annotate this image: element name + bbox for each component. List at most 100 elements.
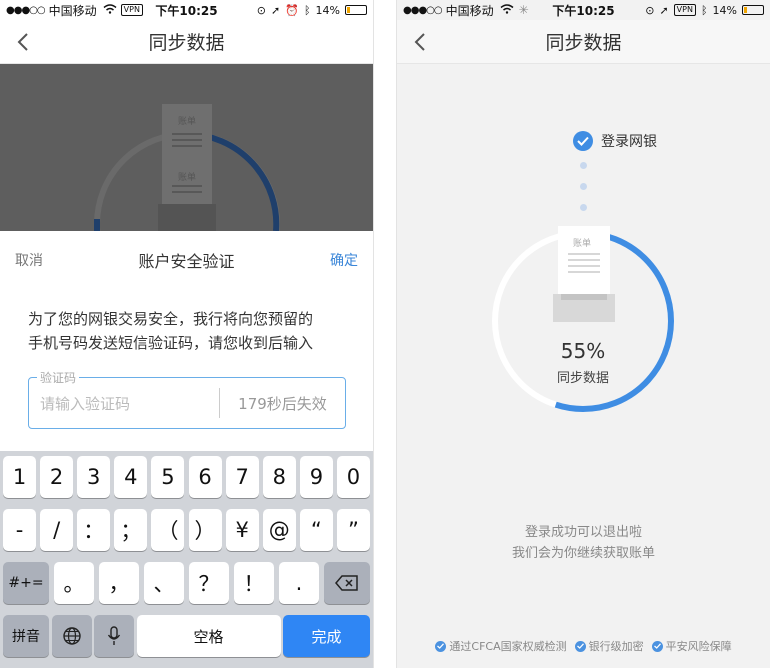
wifi-icon <box>500 3 514 17</box>
pinyin-key[interactable]: 拼音 <box>3 615 49 657</box>
keyboard-row-symbols: - / ： ； （ ） ¥ @ “ ” <box>3 509 370 551</box>
trust-label: 银行级加密 <box>588 640 644 653</box>
hint-line: 我们会为你继续获取账单 <box>511 546 655 561</box>
key[interactable]: 3 <box>77 456 111 498</box>
key[interactable]: 1 <box>3 456 36 498</box>
signal-dots: ●●●○○ <box>403 4 443 16</box>
key[interactable]: . <box>279 562 319 604</box>
dim-bill-label: 账单 <box>178 117 197 127</box>
microphone-key[interactable] <box>94 615 134 657</box>
status-bar: ●●●○○ 中国移动 VPN 下午10:25 ⊙ ➚ ⏰ ᛒ 14% <box>0 0 373 20</box>
key[interactable]: “ <box>299 509 333 551</box>
trust-item: 银行级加密 <box>574 638 644 654</box>
backspace-key[interactable] <box>324 562 370 604</box>
globe-key[interactable] <box>51 615 92 657</box>
nav-bar: 同步数据 <box>397 20 770 64</box>
key[interactable]: 9 <box>299 456 333 498</box>
progress-dot <box>580 162 587 169</box>
key[interactable]: 0 <box>336 456 370 498</box>
cancel-button[interactable]: 取消 <box>15 250 43 270</box>
dim-bill-label: 账单 <box>178 173 197 183</box>
key[interactable]: - <box>3 509 36 551</box>
sheet-title: 账户安全验证 <box>138 252 235 271</box>
trust-label: 通过CFCA国家权威检测 <box>449 640 567 653</box>
space-key[interactable]: 空格 <box>136 615 281 657</box>
vpn-badge: VPN <box>673 4 696 16</box>
check-circle-icon <box>435 640 447 652</box>
status-time: 下午10:25 <box>552 3 615 18</box>
key[interactable]: 。 <box>54 562 94 604</box>
key[interactable]: ） <box>188 509 222 551</box>
key[interactable]: ¥ <box>225 509 259 551</box>
key[interactable]: / <box>40 509 74 551</box>
status-bar: ●●●○○ 中国移动 ✳ 下午10:25 ⊙ ➚ VPN ᛒ 14% <box>397 0 770 20</box>
key[interactable]: @ <box>262 509 296 551</box>
trust-footer: 通过CFCA国家权威检测 银行级加密 平安风险保障 <box>397 638 770 654</box>
nav-bar: 同步数据 <box>0 20 373 64</box>
symbol-switch-key[interactable]: #+= <box>3 562 49 604</box>
back-arrow-icon[interactable] <box>409 30 433 54</box>
alarm-icon: ⏰ <box>285 3 299 17</box>
key[interactable]: 5 <box>151 456 185 498</box>
confirm-button[interactable]: 确定 <box>330 250 358 270</box>
key[interactable]: 7 <box>225 456 259 498</box>
trust-item: 通过CFCA国家权威检测 <box>435 638 567 654</box>
key[interactable]: ？ <box>189 562 229 604</box>
key[interactable]: （ <box>151 509 185 551</box>
key[interactable]: ！ <box>234 562 274 604</box>
key[interactable]: 2 <box>40 456 74 498</box>
code-legend: 验证码 <box>37 369 80 386</box>
check-circle-icon <box>651 640 663 652</box>
key[interactable]: 6 <box>188 456 222 498</box>
key[interactable]: ： <box>77 509 111 551</box>
bill-illustration: 账单 <box>553 226 617 324</box>
step-label: 登录网银 <box>601 134 657 150</box>
status-time: 下午10:25 <box>155 3 218 18</box>
done-key[interactable]: 完成 <box>283 615 370 657</box>
backspace-icon <box>335 575 358 591</box>
key[interactable]: ； <box>114 509 148 551</box>
bluetooth-icon: ᛒ <box>700 3 708 17</box>
page-title: 同步数据 <box>148 32 225 54</box>
location-icon: ➚ <box>271 3 281 17</box>
key[interactable]: 4 <box>114 456 148 498</box>
progress-label: 同步数据 <box>556 371 609 386</box>
key[interactable]: 、 <box>144 562 184 604</box>
battery-percent: 14% <box>315 3 340 17</box>
carrier-label: 中国移动 <box>445 3 494 18</box>
code-input[interactable]: 请输入验证码 <box>29 393 219 414</box>
right-screen: ●●●○○ 中国移动 ✳ 下午10:25 ⊙ ➚ VPN ᛒ 14% 同步数据 … <box>396 0 770 668</box>
battery-icon <box>742 5 764 15</box>
dimmed-background: 账单 账单 <box>0 64 373 231</box>
trust-item: 平安风险保障 <box>651 638 732 654</box>
code-input-box[interactable]: 验证码 请输入验证码 179秒后失效 <box>28 369 346 429</box>
battery-percent: 14% <box>712 3 737 17</box>
back-arrow-icon[interactable] <box>12 30 36 54</box>
dimmed-progress-illustration <box>94 104 280 231</box>
countdown-timer: 179秒后失效 <box>238 394 327 413</box>
keyboard: 1 2 3 4 5 6 7 8 9 0 - / ： ； （ ） ¥ @ “ ” … <box>0 451 373 668</box>
key[interactable]: 8 <box>262 456 296 498</box>
verification-sheet: 取消 账户安全验证 确定 为了您的网银交易安全，我行将向您预留的 手机号码发送短… <box>0 231 373 451</box>
key[interactable]: ， <box>99 562 139 604</box>
verification-message: 为了您的网银交易安全，我行将向您预留的 手机号码发送短信验证码，请您收到后输入 <box>0 289 373 355</box>
hint-line: 登录成功可以退出啦 <box>524 525 642 540</box>
left-screen: ●●●○○ 中国移动 VPN 下午10:25 ⊙ ➚ ⏰ ᛒ 14% 同步数据 <box>0 0 374 668</box>
keyboard-row-bottom: 拼音 空格 完成 <box>3 615 370 657</box>
lock-rotation-icon: ⊙ <box>645 3 655 17</box>
location-icon: ➚ <box>659 3 669 17</box>
trust-label: 平安风险保障 <box>665 640 732 653</box>
progress-dot <box>580 204 587 211</box>
loading-spinner-icon: ✳ <box>518 3 529 17</box>
step-login-bank: 登录网银 <box>573 131 657 151</box>
progress-dot <box>580 183 587 190</box>
check-circle-icon <box>574 640 586 652</box>
keyboard-row-punct: #+= 。 ， 、 ？ ！ . <box>3 562 370 604</box>
check-circle-icon <box>573 131 593 151</box>
keyboard-row-numbers: 1 2 3 4 5 6 7 8 9 0 <box>3 456 370 498</box>
battery-icon <box>345 5 367 15</box>
lock-rotation-icon: ⊙ <box>256 3 267 17</box>
wifi-icon <box>103 3 117 17</box>
progress-percent: 55% <box>560 339 606 363</box>
key[interactable]: ” <box>336 509 370 551</box>
